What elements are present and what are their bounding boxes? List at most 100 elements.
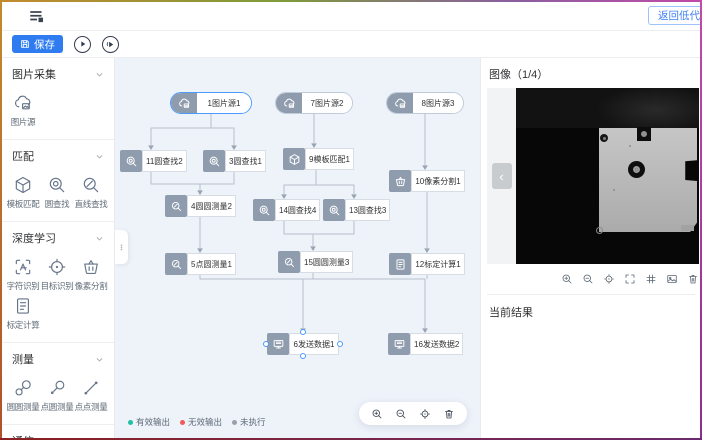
delete-icon[interactable] bbox=[687, 273, 699, 285]
target-icon bbox=[47, 257, 67, 277]
flow-canvas[interactable]: 有效输出无效输出未执行 1图片源17图片源28图片源311圆查找23圆查找19模… bbox=[115, 58, 480, 438]
sidebar-item-ocr[interactable]: 字符识别 bbox=[6, 255, 40, 294]
measure-pc-icon bbox=[47, 378, 67, 398]
doc-icon bbox=[13, 296, 33, 316]
cube-icon bbox=[13, 175, 33, 195]
sidebar-section-3: 测量圆圆测量点圆测量点点测量 bbox=[2, 343, 114, 425]
flow-node-16[interactable]: 16发送数据2 bbox=[388, 333, 462, 355]
node-label: 5点圆测量1 bbox=[187, 253, 236, 275]
sidebar-item-target[interactable]: 目标识别 bbox=[40, 255, 74, 294]
app-window: 返回低代 保存 图片采集图片源匹配模板匹配圆查找直线查找深度学习字符识别目标识别… bbox=[0, 0, 702, 440]
zoom-out-icon[interactable] bbox=[582, 273, 594, 285]
sidebar-item-measure-pp[interactable]: 点点测量 bbox=[74, 376, 108, 415]
sidebar-item-measure-pc[interactable]: 点圆测量 bbox=[40, 376, 74, 415]
sidebar-item-circle-find[interactable]: 圆查找 bbox=[40, 173, 74, 212]
flow-node-4[interactable]: 4圆圆测量2 bbox=[165, 195, 235, 217]
port-left[interactable] bbox=[263, 341, 269, 347]
flow-node-8[interactable]: 8图片源3 bbox=[386, 92, 464, 114]
fullscreen-icon[interactable] bbox=[624, 273, 636, 285]
zoom-in-icon[interactable] bbox=[561, 273, 573, 285]
legend-label: 有效输出 bbox=[136, 416, 170, 428]
flow-node-7[interactable]: 7图片源2 bbox=[275, 92, 353, 114]
run-loop-button[interactable] bbox=[102, 36, 119, 53]
flow-node-13[interactable]: 13圆查找3 bbox=[323, 199, 385, 221]
node-label: 11圆查找2 bbox=[142, 150, 187, 172]
sidebar-item-cloud-image[interactable]: 图片源 bbox=[6, 91, 40, 130]
locate-icon[interactable] bbox=[603, 273, 615, 285]
cloud-image-icon bbox=[387, 93, 413, 113]
image-viewer: ‹ bbox=[487, 88, 699, 264]
canvas-zoom-toolbar bbox=[359, 402, 467, 425]
node-label: 7图片源2 bbox=[302, 93, 352, 113]
node-label: 4圆圆测量2 bbox=[187, 195, 236, 217]
zoom-out-icon[interactable] bbox=[395, 408, 407, 420]
legend-label: 无效输出 bbox=[188, 416, 222, 428]
sidebar-item-label: 像素分割 bbox=[75, 280, 108, 292]
flow-edges bbox=[115, 58, 480, 438]
legend-dot bbox=[232, 420, 237, 425]
sidebar-section-header[interactable]: 图片采集 bbox=[2, 58, 114, 87]
sidebar-section-header[interactable]: 深度学习 bbox=[2, 222, 114, 251]
flow-node-10[interactable]: 10像素分割1 bbox=[389, 170, 465, 192]
back-to-lowcode-button[interactable]: 返回低代 bbox=[648, 6, 700, 25]
sidebar-section-header[interactable]: 匹配 bbox=[2, 140, 114, 169]
circle-find-icon bbox=[203, 150, 225, 172]
sidebar-items: 圆圆测量点圆测量点点测量 bbox=[2, 372, 114, 424]
ocr-icon bbox=[13, 257, 33, 277]
legend-item: 有效输出 bbox=[128, 416, 170, 428]
tool-sidebar: 图片采集图片源匹配模板匹配圆查找直线查找深度学习字符识别目标识别像素分割标定计算… bbox=[2, 58, 115, 438]
sidebar-section-header[interactable]: 通信 bbox=[2, 425, 114, 438]
sidebar-section-header[interactable]: 测量 bbox=[2, 343, 114, 372]
flow-node-11[interactable]: 11圆查找2 bbox=[120, 150, 182, 172]
run-once-button[interactable] bbox=[74, 36, 91, 53]
port-right[interactable] bbox=[337, 341, 343, 347]
flow-node-5[interactable]: 5点圆测量1 bbox=[165, 253, 235, 275]
frame-border-top bbox=[0, 0, 702, 2]
port-bottom[interactable] bbox=[300, 353, 306, 359]
section-title: 测量 bbox=[12, 351, 34, 367]
cloud-image-icon bbox=[276, 93, 302, 113]
locate-icon[interactable] bbox=[419, 408, 431, 420]
sidebar-item-label: 点点测量 bbox=[75, 401, 108, 413]
flow-node-14[interactable]: 14圆查找4 bbox=[253, 199, 315, 221]
save-button[interactable]: 保存 bbox=[12, 35, 63, 53]
fit-icon[interactable] bbox=[666, 273, 678, 285]
sidebar-item-measure-cc[interactable]: 圆圆测量 bbox=[6, 376, 40, 415]
image-nav-strip: ‹ bbox=[487, 88, 516, 264]
cloud-image-icon bbox=[171, 93, 197, 113]
prev-image-button[interactable]: ‹ bbox=[492, 163, 512, 189]
sidebar-item-doc[interactable]: 标定计算 bbox=[6, 294, 40, 333]
segment-icon bbox=[81, 257, 101, 277]
node-label: 14圆查找4 bbox=[275, 199, 320, 221]
port-top[interactable] bbox=[300, 329, 306, 335]
frame-border-left bbox=[0, 0, 2, 440]
measure-icon bbox=[278, 251, 300, 273]
node-label: 8图片源3 bbox=[413, 93, 463, 113]
sidebar-item-segment[interactable]: 像素分割 bbox=[74, 255, 108, 294]
chevron-down-icon bbox=[95, 234, 104, 243]
delete-icon[interactable] bbox=[443, 408, 455, 420]
flow-node-9[interactable]: 9模板匹配1 bbox=[283, 148, 349, 170]
result-header: 当前结果 bbox=[487, 294, 695, 320]
action-toolbar: 保存 bbox=[2, 31, 700, 58]
section-title: 图片采集 bbox=[12, 66, 56, 82]
zoom-in-icon[interactable] bbox=[371, 408, 383, 420]
sidebar-items: 模板匹配圆查找直线查找 bbox=[2, 169, 114, 221]
flow-node-6[interactable]: 6发送数据1 bbox=[267, 333, 339, 355]
flow-node-12[interactable]: 12标定计算1 bbox=[389, 253, 465, 275]
sidebar-item-cube[interactable]: 模板匹配 bbox=[6, 173, 40, 212]
flow-node-3[interactable]: 3圆查找1 bbox=[203, 150, 265, 172]
part-mark bbox=[613, 189, 615, 191]
node-label: 15圆圆测量3 bbox=[300, 251, 353, 273]
grid-icon[interactable] bbox=[645, 273, 657, 285]
sidebar-items: 字符识别目标识别像素分割标定计算 bbox=[2, 251, 114, 342]
camera-image bbox=[516, 88, 699, 264]
node-label: 13圆查找3 bbox=[345, 199, 390, 221]
preview-panel: 图像（1/4） ‹ bbox=[480, 58, 700, 438]
flow-node-15[interactable]: 15圆圆测量3 bbox=[278, 251, 348, 273]
sidebar-collapse-handle[interactable] bbox=[115, 230, 128, 264]
sidebar-item-line-find[interactable]: 直线查找 bbox=[74, 173, 108, 212]
sidebar-items: 图片源 bbox=[2, 87, 114, 139]
flow-node-1[interactable]: 1图片源1 bbox=[170, 92, 252, 114]
section-title: 深度学习 bbox=[12, 230, 56, 246]
